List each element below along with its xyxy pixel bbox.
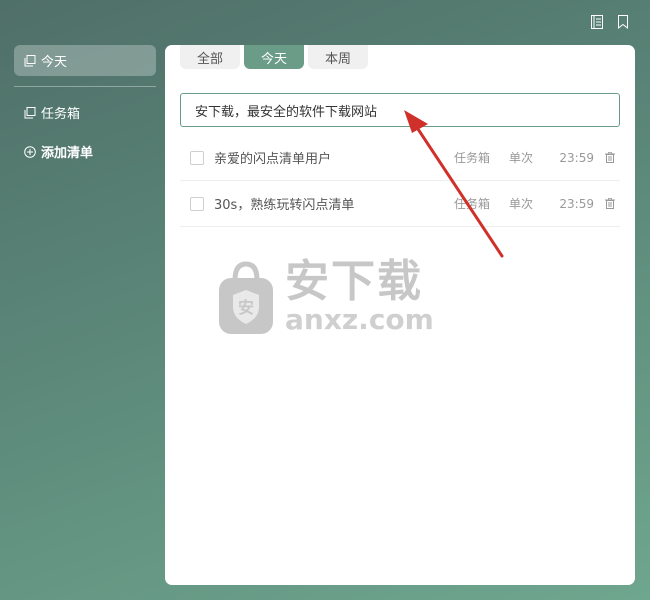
tab-today[interactable]: 今天 bbox=[244, 45, 304, 69]
sidebar-item-label: 今天 bbox=[41, 55, 68, 70]
watermark-en: anxz.com bbox=[285, 303, 434, 336]
notebook-icon[interactable] bbox=[590, 14, 604, 30]
task-repeat: 单次 bbox=[509, 197, 534, 211]
shopping-bag-icon: 安 bbox=[219, 261, 273, 334]
copy-icon bbox=[24, 106, 36, 119]
add-list-label: 添加清单 bbox=[41, 146, 94, 161]
task-repeat: 单次 bbox=[509, 151, 534, 165]
filter-tabs: 全部 今天 本周 bbox=[180, 45, 368, 69]
table-row[interactable]: 亲爱的闪点清单用户 任务箱 单次 23:59 bbox=[180, 135, 620, 181]
sidebar-divider bbox=[14, 86, 156, 87]
window-controls bbox=[590, 14, 630, 30]
watermark-cn: 安下载 bbox=[285, 256, 423, 307]
new-task-input[interactable] bbox=[180, 93, 620, 127]
sidebar: 今天 任务箱 添加清单 bbox=[14, 45, 156, 167]
bookmark-icon[interactable] bbox=[616, 14, 630, 30]
task-list-name: 任务箱 bbox=[454, 151, 491, 165]
watermark-badge: 安 bbox=[238, 298, 254, 317]
trash-icon[interactable] bbox=[600, 152, 620, 163]
task-list: 亲爱的闪点清单用户 任务箱 单次 23:59 30s，熟练玩转闪点清单 任务箱 … bbox=[180, 135, 620, 227]
sidebar-item-label: 任务箱 bbox=[41, 107, 81, 122]
task-time: 23:59 bbox=[559, 196, 594, 211]
tab-week[interactable]: 本周 bbox=[308, 45, 368, 69]
task-title[interactable]: 30s，熟练玩转闪点清单 bbox=[214, 194, 454, 213]
task-checkbox[interactable] bbox=[190, 196, 204, 211]
copy-icon bbox=[24, 54, 36, 67]
watermark: 安 安下载 anxz.com bbox=[217, 258, 434, 336]
plus-circle-icon bbox=[24, 145, 36, 158]
task-list-name: 任务箱 bbox=[454, 197, 491, 211]
tab-all[interactable]: 全部 bbox=[180, 45, 240, 69]
table-row[interactable]: 30s，熟练玩转闪点清单 任务箱 单次 23:59 bbox=[180, 181, 620, 227]
task-time: 23:59 bbox=[559, 150, 594, 165]
add-list-button[interactable]: 添加清单 bbox=[14, 136, 156, 167]
sidebar-item-inbox[interactable]: 任务箱 bbox=[14, 97, 156, 128]
trash-icon[interactable] bbox=[600, 198, 620, 209]
task-checkbox[interactable] bbox=[190, 150, 204, 165]
task-title[interactable]: 亲爱的闪点清单用户 bbox=[214, 148, 454, 167]
sidebar-item-today[interactable]: 今天 bbox=[14, 45, 156, 76]
